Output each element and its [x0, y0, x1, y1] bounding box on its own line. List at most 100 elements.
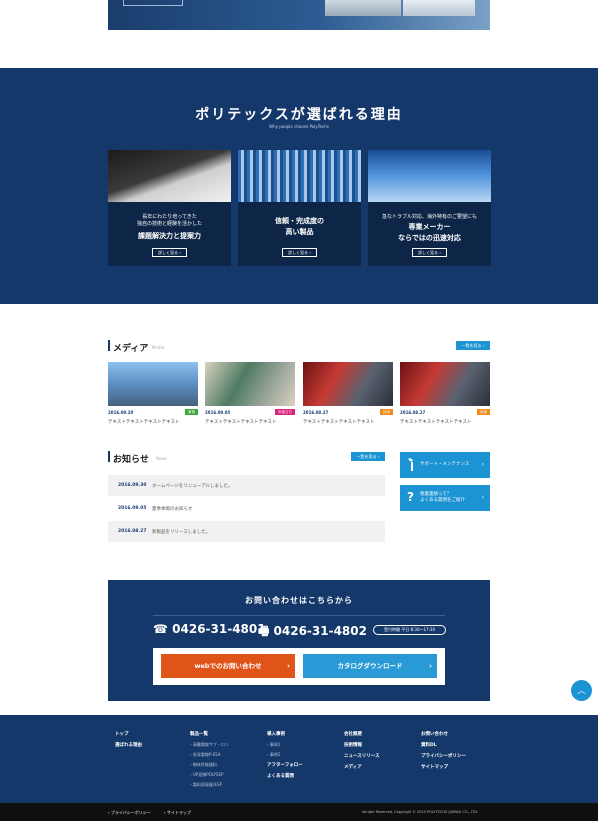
news-title: お知らせ	[113, 455, 149, 465]
top-banner-photo	[403, 0, 475, 16]
catalog-download-button[interactable]: カタログダウンロード ›	[303, 654, 437, 678]
phone-icon: ☎	[153, 622, 168, 636]
fax-text: 0426-31-4802	[273, 624, 367, 638]
plant-image	[238, 150, 361, 202]
sitemap-link[interactable]: › サイトマップ	[164, 810, 191, 816]
news-list-button[interactable]: 一覧を見る ›	[351, 452, 385, 461]
footer-link[interactable]: サイトマップ	[421, 764, 466, 770]
reason-card-more-button[interactable]: 詳しく見る ›	[412, 248, 447, 257]
footer-sublink[interactable]: › 高難電線サブ・ロン	[190, 742, 229, 748]
footer-link[interactable]: メディア	[344, 764, 380, 770]
news-row[interactable]: 2016.09.30 ホームページをリニューアルしました。	[108, 475, 385, 496]
support-button[interactable]: サポート・メンテナンス ›	[400, 452, 490, 478]
page-top-button[interactable]: ︿	[571, 680, 592, 701]
news-text: ホームページをリニューアルしました。	[152, 484, 233, 489]
footer-column: お問い合わせ 資料DL プライバシーポリシー サイトマップ	[421, 731, 466, 775]
footer-link[interactable]: 選ばれる理由	[115, 742, 142, 748]
reason-card-lead: 急なトラブル対応、海外特有のご要望にも	[381, 214, 477, 220]
footer-link[interactable]: ニュースリリース	[344, 753, 380, 759]
reason-card[interactable]: 急なトラブル対応、海外特有のご要望にも 専業メーカー ならではの迅速対応 詳しく…	[368, 150, 491, 266]
media-caption: テキストテキストテキストテキスト	[303, 420, 375, 425]
media-item[interactable]: 2016.08.27 技術 テキストテキストテキストテキスト	[303, 362, 393, 425]
reason-card-more-button[interactable]: 詳しく見る ›	[282, 248, 317, 257]
chevron-right-icon: ›	[481, 461, 484, 468]
news-text: 新製品をリリースしました。	[152, 530, 211, 535]
footer-link[interactable]: 資料DL	[421, 742, 466, 748]
footer-sublink[interactable]: › 製料収録器rESP	[190, 782, 229, 788]
footer-sublink[interactable]: › 低発電線P-ESA	[190, 752, 229, 758]
top-strip	[0, 0, 598, 68]
fax-icon: 🖷	[258, 624, 270, 638]
reason-card-more-button[interactable]: 詳しく見る ›	[152, 248, 187, 257]
chevron-right-icon: ›	[429, 662, 432, 670]
footer-sublink[interactable]: › UP混線POLYSEP	[190, 772, 229, 778]
faq-label: 税着連絡って？ よくある質問をご紹介	[420, 492, 465, 503]
footer-sublink[interactable]: › 事例2	[267, 752, 303, 758]
catalog-download-label: カタログダウンロード	[337, 662, 403, 670]
footer-link[interactable]: トップ	[115, 731, 142, 737]
handshake-image	[108, 150, 231, 202]
media-item[interactable]: 2016.09.20 事例 テキストテキストテキストテキスト	[108, 362, 198, 425]
media-thumbnail	[400, 362, 490, 406]
top-banner-photo	[325, 0, 401, 16]
footer-sublink[interactable]: › 事例1	[267, 742, 303, 748]
reason-card-lead: 長年にわたり培ってきた 独自の技術と経験を活かした	[136, 214, 202, 227]
web-contact-button[interactable]: webでのお問い合わせ ›	[161, 654, 295, 678]
privacy-policy-link[interactable]: › プライバシーポリシー	[108, 810, 151, 816]
media-tag-badge: 技術	[380, 409, 393, 415]
city-image	[368, 150, 491, 202]
top-banner	[108, 0, 490, 30]
wrench-icon	[407, 458, 417, 475]
footer-link[interactable]: 会社概要	[344, 731, 380, 737]
chevron-right-icon: ›	[481, 494, 484, 501]
footer-link[interactable]: 導入事例	[267, 731, 303, 737]
chevron-right-icon: ›	[287, 662, 290, 670]
news-row[interactable]: 2016.08.27 新製品をリリースしました。	[108, 521, 385, 542]
media-caption: テキストテキストテキストテキスト	[205, 420, 277, 425]
reason-card-headline: 課題解決力と提案力	[138, 232, 201, 240]
chevron-up-icon: ︿	[577, 686, 586, 695]
media-date: 2016.08.27	[400, 410, 426, 415]
media-title: メディア	[113, 344, 149, 354]
media-date: 2016.09.05	[205, 410, 231, 415]
news-date: 2016.09.30	[118, 483, 147, 488]
media-heading-bar	[108, 340, 110, 351]
news-text: 夏季休暇のお知らせ	[152, 507, 193, 512]
reason-card[interactable]: 信頼・完成度の 高い製品 詳しく見る ›	[238, 150, 361, 266]
copyright: Allright Reserved, Copyright © 2015 POLY…	[362, 810, 479, 814]
media-item[interactable]: 2016.08.27 技術 テキストテキストテキストテキスト	[400, 362, 490, 425]
footer-link[interactable]: プライバシーポリシー	[421, 753, 466, 759]
footer-link[interactable]: よくある質問	[267, 773, 303, 779]
footer-column: 製品一覧 › 高難電線サブ・ロン › 低発電線P-ESA › 樹体性能器料 › …	[190, 731, 229, 792]
media-tag-badge: 事例	[185, 409, 198, 415]
footer-link[interactable]: お問い合わせ	[421, 731, 466, 737]
top-banner-button[interactable]	[123, 0, 183, 6]
media-caption: テキストテキストテキストテキスト	[108, 420, 180, 425]
news-row[interactable]: 2016.09.05 夏季休暇のお知らせ	[108, 498, 385, 519]
web-contact-label: webでのお問い合わせ	[194, 662, 262, 670]
media-item[interactable]: 2016.09.05 お役立ち テキストテキストテキストテキスト	[205, 362, 295, 425]
media-caption: テキストテキストテキストテキスト	[400, 420, 472, 425]
reason-card-headline: 専業メーカー ならではの迅速対応	[398, 223, 461, 242]
reasons-subtitle: Why people choose PolyTechs	[269, 124, 329, 129]
news-date: 2016.08.27	[118, 529, 147, 534]
footer: トップ 選ばれる理由 製品一覧 › 高難電線サブ・ロン › 低発電線P-ESA …	[0, 715, 598, 803]
contact-button-panel: webでのお問い合わせ › カタログダウンロード ›	[153, 648, 445, 685]
footer-link[interactable]: アフターフォロー	[267, 762, 303, 768]
footer-sublink[interactable]: › 樹体性能器料	[190, 762, 229, 768]
faq-button[interactable]: ? 税着連絡って？ よくある質問をご紹介 ›	[400, 485, 490, 511]
page: ポリテックスが選ばれる理由 Why people choose PolyTech…	[0, 0, 598, 821]
business-hours-badge: 受付時間 平日 8:30〜17:30	[373, 625, 446, 635]
media-list-button[interactable]: 一覧を見る ›	[456, 341, 490, 350]
footer-link[interactable]: 技術情報	[344, 742, 380, 748]
support-label: サポート・メンテナンス	[420, 462, 470, 467]
bottom-bar: › プライバシーポリシー › サイトマップ Allright Reserved,…	[0, 803, 598, 821]
tel-number[interactable]: ☎ 0426-31-4801	[153, 622, 266, 636]
contact-section: お問い合わせはこちらから ☎ 0426-31-4801 🖷 0426-31-48…	[108, 580, 490, 701]
footer-column: トップ 選ばれる理由	[115, 731, 142, 753]
footer-column: 会社概要 技術情報 ニュースリリース メディア	[344, 731, 380, 775]
footer-link[interactable]: 製品一覧	[190, 731, 229, 737]
reason-card[interactable]: 長年にわたり培ってきた 独自の技術と経験を活かした 課題解決力と提案力 詳しく見…	[108, 150, 231, 266]
news-title-en: News	[156, 456, 167, 461]
contact-title: お問い合わせはこちらから	[245, 596, 353, 605]
